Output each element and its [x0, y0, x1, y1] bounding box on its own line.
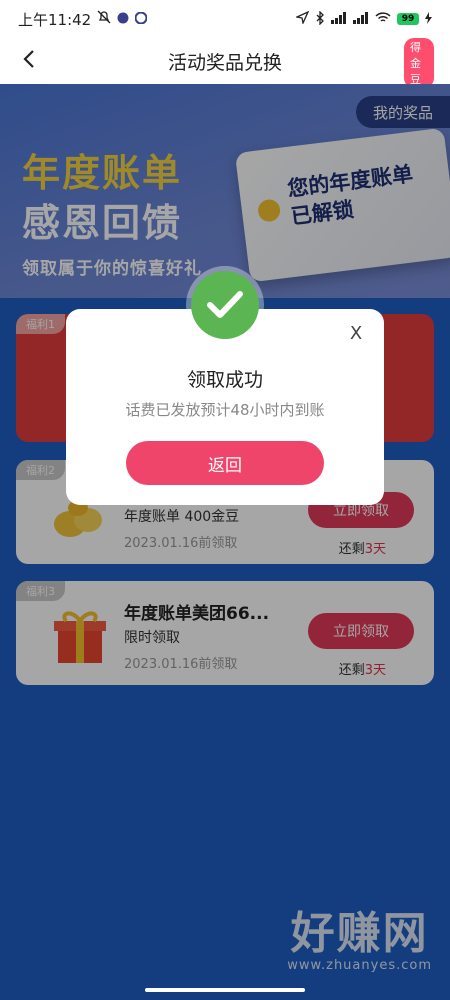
modal-overlay[interactable] — [0, 84, 450, 1000]
location-icon — [294, 10, 310, 27]
battery-indicator: 99 — [397, 13, 419, 25]
signal-icon — [353, 11, 369, 27]
page-title: 活动奖品兑换 — [167, 51, 282, 74]
wifi-icon — [375, 11, 391, 27]
checkmark-icon — [191, 271, 259, 339]
status-right: 99 — [294, 9, 432, 28]
bell-off-icon — [97, 10, 111, 28]
app-header: 活动奖品兑换 得金豆 — [0, 38, 450, 88]
share-button[interactable]: 得金豆 — [404, 38, 438, 88]
signal-icon — [331, 11, 347, 27]
chevron-left-icon — [22, 49, 36, 74]
status-time: 上午11:42 — [18, 10, 92, 29]
status-left: 上午11:42 — [18, 9, 148, 30]
bluetooth-icon — [315, 9, 325, 28]
status-bar: 上午11:42 99 — [0, 0, 450, 38]
app-notification-icon — [134, 10, 148, 28]
back-button[interactable] — [12, 44, 46, 78]
dialog-title: 领取成功 — [186, 369, 263, 391]
return-button[interactable]: 返回 — [126, 441, 324, 485]
coin-badge[interactable]: 得金豆 — [404, 38, 434, 88]
home-indicator[interactable] — [145, 988, 305, 992]
close-button[interactable]: X — [344, 321, 368, 345]
dialog-message: 话费已发放预计48小时内到账 — [125, 401, 325, 419]
charging-icon — [425, 11, 432, 27]
app-notification-icon — [117, 10, 129, 28]
